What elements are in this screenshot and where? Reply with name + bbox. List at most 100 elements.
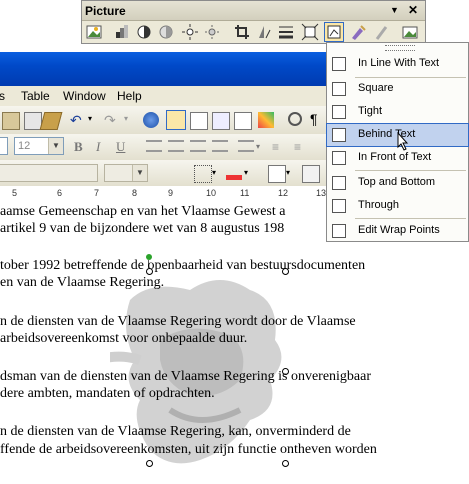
undo-icon[interactable]: ↶ <box>70 112 86 128</box>
compress-pictures-icon[interactable] <box>300 22 320 42</box>
shading-dropdown-icon[interactable]: ▾ <box>244 168 260 184</box>
wrap-item-label: Tight <box>358 105 383 117</box>
color-icon[interactable] <box>112 22 132 42</box>
less-brightness-icon[interactable] <box>202 22 222 42</box>
shading-color-icon[interactable] <box>226 164 242 180</box>
menu-drag-handle[interactable] <box>385 45 415 51</box>
wrap-item-tight[interactable]: Tight <box>327 101 468 123</box>
hyperlink-icon[interactable] <box>143 112 159 128</box>
align-left-icon[interactable] <box>146 140 162 152</box>
ruler-tick: 9 <box>168 188 174 198</box>
set-transparent-color-icon[interactable] <box>372 22 392 42</box>
insert-excel-icon[interactable] <box>212 112 230 130</box>
zoom-icon[interactable] <box>288 112 302 126</box>
doc-line: n de diensten van de Vlaamse Regering wo… <box>0 314 356 329</box>
chevron-down-icon[interactable]: ▼ <box>132 165 147 181</box>
crop-icon[interactable] <box>232 22 252 42</box>
rotate-left-icon[interactable] <box>254 22 274 42</box>
doc-line: n de diensten van de Vlaamse Regering, k… <box>0 424 351 439</box>
font-name-combo[interactable] <box>0 137 8 155</box>
justify-icon[interactable] <box>212 140 228 152</box>
menu-item-table[interactable]: Table <box>21 89 50 103</box>
picture-toolbar-titlebar[interactable]: Picture ▼ ✕ <box>82 1 425 21</box>
font-size-value: 12 <box>18 140 31 152</box>
wrap-item-through[interactable]: Through <box>327 195 468 217</box>
menu-item-window[interactable]: Window <box>63 89 106 103</box>
wrap-item-square[interactable]: Square <box>327 78 468 100</box>
resize-handle[interactable] <box>282 460 289 467</box>
wrap-item-edit-points[interactable]: Edit Wrap Points <box>327 220 468 242</box>
redo-icon[interactable]: ↷ <box>104 112 120 128</box>
line-style-icon[interactable] <box>276 22 296 42</box>
wrap-item-label: Through <box>358 199 399 211</box>
doc-line: artikel 9 van de bijzondere wet van 8 au… <box>0 221 285 236</box>
document-page[interactable]: aamse Gemeenschap en van het Vlaamse Gew… <box>0 202 469 484</box>
chevron-down-icon[interactable]: ▼ <box>48 138 63 154</box>
close-icon[interactable]: ✕ <box>408 3 418 17</box>
menu-item-format[interactable]: s <box>0 89 5 103</box>
ruler-tick: 11 <box>240 188 250 198</box>
bullets-icon[interactable]: ≡ <box>294 140 310 156</box>
numbering-icon[interactable]: ≡ <box>272 140 288 156</box>
picture-toolbar[interactable]: Picture ▼ ✕ <box>81 0 426 44</box>
wrap-through-icon <box>332 199 346 213</box>
columns-icon[interactable] <box>234 112 252 130</box>
ruler-tick: 6 <box>57 188 63 198</box>
italic-icon[interactable]: I <box>96 139 112 155</box>
ruler-tick: 12 <box>278 188 289 198</box>
wrap-behind-text-icon <box>332 128 346 142</box>
weight-combo[interactable]: ▼ <box>104 164 148 182</box>
underline-icon[interactable]: U <box>116 139 132 155</box>
more-contrast-icon[interactable] <box>134 22 154 42</box>
edit-wrap-points-icon <box>332 224 346 238</box>
doc-line: tober 1992 betreffende de openbaarheid v… <box>0 258 366 273</box>
doc-line: ffende de arbeidsovereenkomsten, uit zij… <box>0 442 377 457</box>
format-picture-icon[interactable] <box>348 22 368 42</box>
border-icon[interactable] <box>194 165 212 183</box>
insert-picture-icon[interactable] <box>84 22 104 42</box>
doc-line: aamse Gemeenschap en van het Vlaamse Gew… <box>0 204 286 219</box>
redo-dropdown-icon[interactable]: ▾ <box>124 114 140 130</box>
doc-line: dere ambten, mandaten of opdrachten. <box>0 386 215 401</box>
format-painter-icon[interactable] <box>39 112 63 130</box>
ruler-tick: 10 <box>206 188 217 198</box>
doc-line: dsman van de diensten van de Vlaamse Reg… <box>0 369 372 384</box>
show-hide-icon[interactable]: ¶ <box>310 111 326 127</box>
wrap-inline-icon <box>332 57 346 71</box>
table-dropdown-icon[interactable]: ▾ <box>286 168 302 184</box>
drawing-icon[interactable] <box>258 112 274 128</box>
menu-item-help[interactable]: Help <box>117 89 142 103</box>
tables-borders-icon[interactable] <box>166 110 186 130</box>
wrap-item-top-bottom[interactable]: Top and Bottom <box>327 172 468 194</box>
bold-icon[interactable]: B <box>74 139 90 155</box>
more-brightness-icon[interactable] <box>180 22 200 42</box>
doc-line: en van de Vlaamse Regering. <box>0 275 165 290</box>
font-size-combo[interactable]: 12 ▼ <box>14 137 64 155</box>
wrap-tight-icon <box>332 105 346 119</box>
wrap-item-label: In Front of Text <box>358 151 432 163</box>
ruler-tick: 13 <box>316 188 327 198</box>
reset-picture-icon[interactable] <box>400 22 420 42</box>
wrap-top-bottom-icon <box>332 176 346 190</box>
paste-icon[interactable] <box>2 112 20 130</box>
align-center-icon[interactable] <box>168 140 184 152</box>
line-spacing-icon[interactable] <box>238 140 254 152</box>
ruler-tick: 8 <box>132 188 138 198</box>
less-contrast-icon[interactable] <box>156 22 176 42</box>
align-right-icon[interactable] <box>190 140 206 152</box>
wrap-item-label: Top and Bottom <box>358 176 436 188</box>
line-spacing-dropdown-icon[interactable]: ▾ <box>256 142 272 158</box>
merge-cells-icon[interactable] <box>302 165 320 183</box>
text-wrapping-icon[interactable] <box>324 22 344 42</box>
mouse-cursor-icon <box>397 132 409 151</box>
wrap-item-inline[interactable]: In Line With Text <box>327 53 468 75</box>
insert-table-icon[interactable] <box>190 112 208 130</box>
undo-dropdown-icon[interactable]: ▾ <box>88 114 104 130</box>
insert-table-grid-icon[interactable] <box>268 165 286 183</box>
ruler-tick: 7 <box>94 188 100 198</box>
style-combo[interactable] <box>0 164 98 182</box>
wrap-square-icon <box>332 82 346 96</box>
resize-handle[interactable] <box>146 460 153 467</box>
toolbar-options-icon[interactable]: ▼ <box>390 5 399 15</box>
wrap-in-front-icon <box>332 151 346 165</box>
